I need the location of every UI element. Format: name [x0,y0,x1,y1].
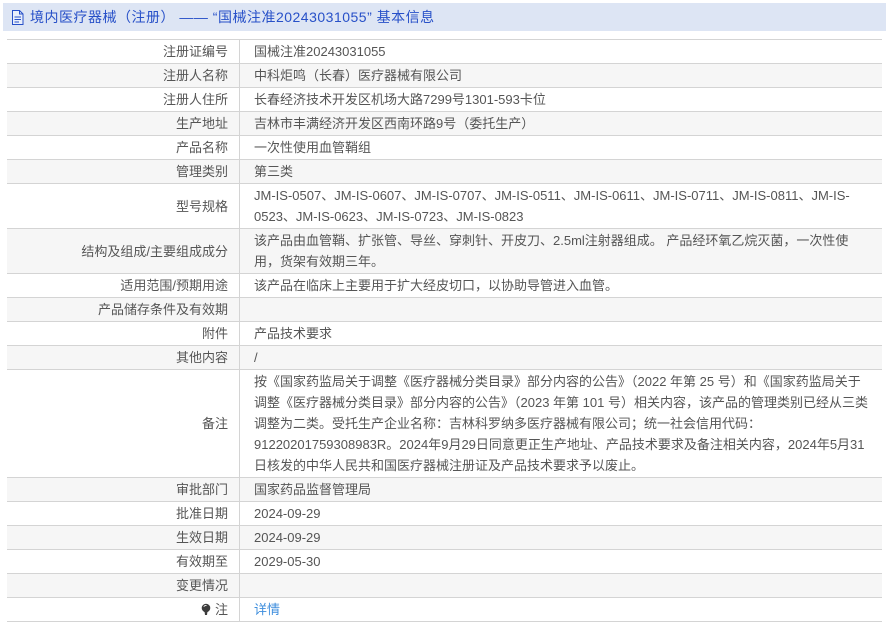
row-value-text: JM-IS-0507、JM-IS-0607、JM-IS-0707、JM-IS-0… [254,188,850,224]
row-label-text: 生产地址 [175,116,228,131]
row-label: 型号规格 [7,184,240,228]
row-label: 注册人名称 [7,64,240,87]
row-value-text: 按《国家药监局关于调整《医疗器械分类目录》部分内容的公告》（2022 年第 25… [254,374,868,473]
row-value-text: 中科炬鸣（长春）医疗器械有限公司 [254,68,463,83]
page-title: 境内医疗器械（注册） —— “国械注准20243031055” 基本信息 [30,9,435,25]
page: 境内医疗器械（注册） —— “国械注准20243031055” 基本信息 注册证… [0,0,889,632]
row-label: 注册人住所 [7,88,240,111]
table-row: 产品名称 一次性使用血管鞘组 [7,136,882,160]
row-label: 产品名称 [7,136,240,159]
row-label-text: 审批部门 [175,482,228,497]
row-value-text: 国家药品监督管理局 [254,482,372,497]
table-row: 注册人住所 长春经济技术开发区机场大路7299号1301-593卡位 [7,88,882,112]
row-label-text: 注 [214,602,228,617]
table-row: 适用范围/预期用途 该产品在临床上主要用于扩大经皮切口，以协助导管进入血管。 [7,274,882,298]
row-value-text: / [254,350,258,365]
row-label: 审批部门 [7,478,240,501]
table-row: 批准日期 2024-09-29 [7,502,882,526]
table-row: 产品储存条件及有效期 [7,298,882,322]
table-row: 附件 产品技术要求 [7,322,882,346]
page-header: 境内医疗器械（注册） —— “国械注准20243031055” 基本信息 [3,3,886,31]
row-label: 注 [7,598,240,621]
row-label: 备注 [7,370,240,477]
table-row: 注 详情 [7,598,882,622]
table-row: 型号规格 JM-IS-0507、JM-IS-0607、JM-IS-0707、JM… [7,184,882,229]
row-label-text: 批准日期 [175,506,228,521]
row-label-text: 附件 [201,326,228,341]
row-value-text: 该产品在临床上主要用于扩大经皮切口，以协助导管进入血管。 [254,278,619,293]
row-label: 批准日期 [7,502,240,525]
row-value-text: 第三类 [254,164,294,179]
row-value-text: 2024-09-29 [254,530,321,545]
row-label: 有效期至 [7,550,240,573]
row-value-text: 长春经济技术开发区机场大路7299号1301-593卡位 [254,92,546,107]
row-label: 附件 [7,322,240,345]
row-label-text: 备注 [201,416,228,431]
row-label-text: 生效日期 [175,530,228,545]
row-value-text: 2024-09-29 [254,506,321,521]
row-label: 其他内容 [7,346,240,369]
row-value-text: 2029-05-30 [254,554,321,569]
row-label-text: 产品储存条件及有效期 [97,302,228,317]
table-row: 审批部门 国家药品监督管理局 [7,478,882,502]
row-label: 产品储存条件及有效期 [7,298,240,321]
table-row: 注册证编号 国械注准20243031055 [7,40,882,64]
row-label: 生效日期 [7,526,240,549]
table-row: 生产地址 吉林市丰满经济开发区西南环路9号（委托生产） [7,112,882,136]
registration-info-table: 注册证编号 国械注准20243031055 注册人名称 中科炬鸣（长春）医疗器械… [7,39,882,622]
row-value-text: 国械注准20243031055 [254,44,386,59]
row-value-text: 一次性使用血管鞘组 [254,140,372,155]
table-row: 注册人名称 中科炬鸣（长春）医疗器械有限公司 [7,64,882,88]
details-link[interactable]: 详情 [254,599,280,620]
row-label-text: 管理类别 [175,164,228,179]
table-row: 结构及组成/主要组成成分 该产品由血管鞘、扩张管、导丝、穿刺针、开皮刀、2.5m… [7,229,882,274]
table-row: 变更情况 [7,574,882,598]
row-label: 变更情况 [7,574,240,597]
table-row: 生效日期 2024-09-29 [7,526,882,550]
row-label: 结构及组成/主要组成成分 [7,229,240,273]
row-value-text: 产品技术要求 [254,326,333,341]
row-value-text: 该产品由血管鞘、扩张管、导丝、穿刺针、开皮刀、2.5ml注射器组成。 产品经环氧… [254,233,849,269]
row-value-text: 吉林市丰满经济开发区西南环路9号（委托生产） [254,116,535,131]
row-label-text: 变更情况 [175,578,228,593]
row-label-text: 产品名称 [175,140,228,155]
table-row: 管理类别 第三类 [7,160,882,184]
row-label: 适用范围/预期用途 [7,274,240,297]
row-label-text: 其他内容 [175,350,228,365]
row-label-text: 注册人住所 [162,92,228,107]
table-row: 其他内容 / [7,346,882,370]
row-label: 注册证编号 [7,40,240,63]
document-icon [11,10,24,25]
row-label-text: 结构及组成/主要组成成分 [81,243,228,259]
row-label-text: 有效期至 [175,554,228,569]
row-label: 生产地址 [7,112,240,135]
table-row: 有效期至 2029-05-30 [7,550,882,574]
row-label-text: 注册人名称 [162,68,228,83]
row-label: 管理类别 [7,160,240,183]
row-label-text: 注册证编号 [162,44,228,59]
table-row: 备注 按《国家药监局关于调整《医疗器械分类目录》部分内容的公告》（2022 年第… [7,370,882,478]
row-label-text: 适用范围/预期用途 [120,278,228,293]
row-label-text: 型号规格 [175,198,228,214]
